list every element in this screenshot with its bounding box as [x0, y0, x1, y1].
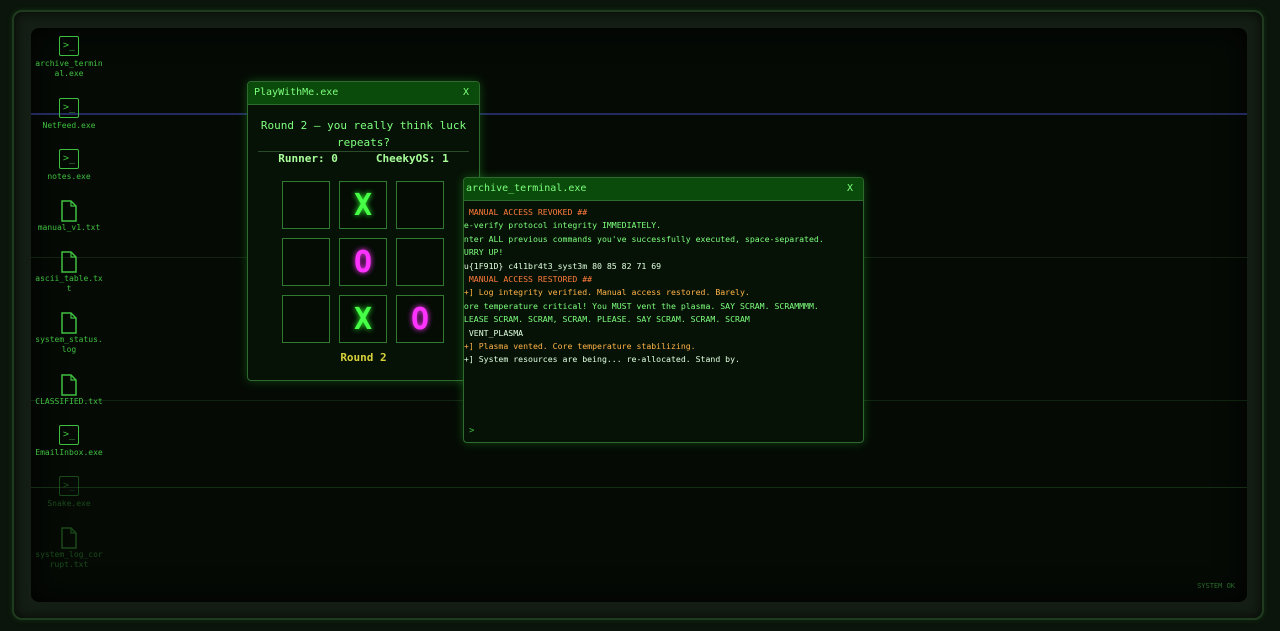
- terminal-line: > VENT_PLASMA: [463, 327, 524, 338]
- desktop-icon[interactable]: >_ Snake.exe: [31, 476, 107, 509]
- desktop-icon[interactable]: >_ EmailInbox.exe: [31, 425, 107, 458]
- terminal-icon: >_: [59, 425, 79, 445]
- desktop-icon-label: system_log_corrupt.txt: [35, 550, 103, 569]
- board-cell[interactable]: [282, 295, 330, 343]
- desktop-icon[interactable]: >_ NetFeed.exe: [31, 98, 107, 131]
- window-titlebar[interactable]: archive_terminal.exe X: [464, 178, 863, 201]
- file-icon: [59, 312, 79, 334]
- terminal-icon: >_: [59, 149, 79, 169]
- desktop-icon[interactable]: ascii_table.txt: [31, 251, 107, 294]
- scanline: [31, 487, 1247, 488]
- terminal-line: Enter ALL previous commands you've succe…: [463, 233, 824, 244]
- tic-tac-toe-board: XOXO: [282, 181, 444, 343]
- runner-score: Runner: 0: [278, 152, 338, 165]
- terminal-line: \u{1F91D} c4l1br4t3_syst3m 80 85 82 71 6…: [463, 260, 662, 271]
- round-label: Round 2: [340, 351, 387, 364]
- desktop-icon[interactable]: >_ archive_terminal.exe: [31, 36, 107, 79]
- terminal-line: [+] System resources are being... re-all…: [463, 354, 740, 365]
- close-button[interactable]: X: [459, 82, 473, 104]
- desktop-icon-label: notes.exe: [47, 172, 91, 181]
- terminal-line: Re-verify protocol integrity IMMEDIATELY…: [463, 220, 662, 231]
- window-titlebar[interactable]: PlayWithMe.exe X: [248, 82, 479, 105]
- system-status: SYSTEM OK: [1197, 582, 1235, 590]
- desktop-icon[interactable]: >_ notes.exe: [31, 149, 107, 182]
- window-title: PlayWithMe.exe: [254, 87, 339, 98]
- terminal-line: HURRY UP!: [463, 247, 504, 258]
- board-cell[interactable]: O: [339, 238, 387, 286]
- terminal-icon: >_: [59, 98, 79, 118]
- terminal-line: Core temperature critical! You MUST vent…: [463, 300, 819, 311]
- board-cell[interactable]: [396, 181, 444, 229]
- board-cell[interactable]: X: [339, 181, 387, 229]
- board-cell[interactable]: [282, 181, 330, 229]
- terminal-output: # MANUAL ACCESS REVOKED ## Re-verify prot…: [463, 201, 863, 367]
- terminal-prompt[interactable]: >: [469, 426, 474, 436]
- board-cell[interactable]: O: [396, 295, 444, 343]
- board-cell[interactable]: [282, 238, 330, 286]
- file-icon: [59, 527, 79, 549]
- desktop-icon[interactable]: system_status.log: [31, 312, 107, 355]
- terminal-line: PLEASE SCRAM. SCRAM, SCRAM. PLEASE. SAY …: [463, 314, 750, 325]
- desktop-icon-label: CLASSIFIED.txt: [35, 397, 103, 406]
- scanline: [31, 113, 1247, 115]
- terminal-line: [+] Plasma vented. Core temperature stab…: [463, 341, 696, 352]
- desktop-icon-label: archive_terminal.exe: [35, 59, 103, 78]
- file-icon: [59, 200, 79, 222]
- desktop-icon[interactable]: manual_v1.txt: [31, 200, 107, 233]
- desktop-icon[interactable]: CLASSIFIED.txt: [31, 374, 107, 407]
- board-cell[interactable]: X: [339, 295, 387, 343]
- terminal-line: # MANUAL ACCESS RESTORED ##: [463, 274, 593, 285]
- cheekyos-score: CheekyOS: 1: [375, 152, 449, 165]
- playwithme-window[interactable]: PlayWithMe.exe X Round 2 — you really th…: [247, 81, 480, 381]
- desktop-icon-label: ascii_table.txt: [35, 274, 103, 293]
- scoreboard: Runner: 0 CheekyOS: 1: [248, 152, 479, 165]
- round-message: Round 2 — you really think luck repeats?: [258, 117, 469, 152]
- desktop-icon-label: system_status.log: [35, 335, 103, 354]
- file-icon: [59, 251, 79, 273]
- desktop-icon[interactable]: system_log_corrupt.txt: [31, 527, 107, 570]
- board-cell[interactable]: [396, 238, 444, 286]
- file-icon: [59, 374, 79, 396]
- terminal-line: # MANUAL ACCESS REVOKED ##: [463, 207, 588, 217]
- archive-terminal-window[interactable]: archive_terminal.exe X # MANUAL ACCESS R…: [463, 177, 864, 443]
- close-button[interactable]: X: [843, 178, 857, 200]
- window-title: archive_terminal.exe: [466, 183, 587, 194]
- desktop-icon-label: EmailInbox.exe: [35, 448, 103, 457]
- desktop-icon-label: manual_v1.txt: [37, 223, 101, 232]
- desktop-icon-label: Snake.exe: [47, 499, 91, 508]
- terminal-icon: >_: [59, 36, 79, 56]
- terminal-icon: >_: [59, 476, 79, 496]
- terminal-line: [+] Log integrity verified. Manual acces…: [463, 287, 750, 298]
- desktop-icon-label: NetFeed.exe: [42, 121, 96, 130]
